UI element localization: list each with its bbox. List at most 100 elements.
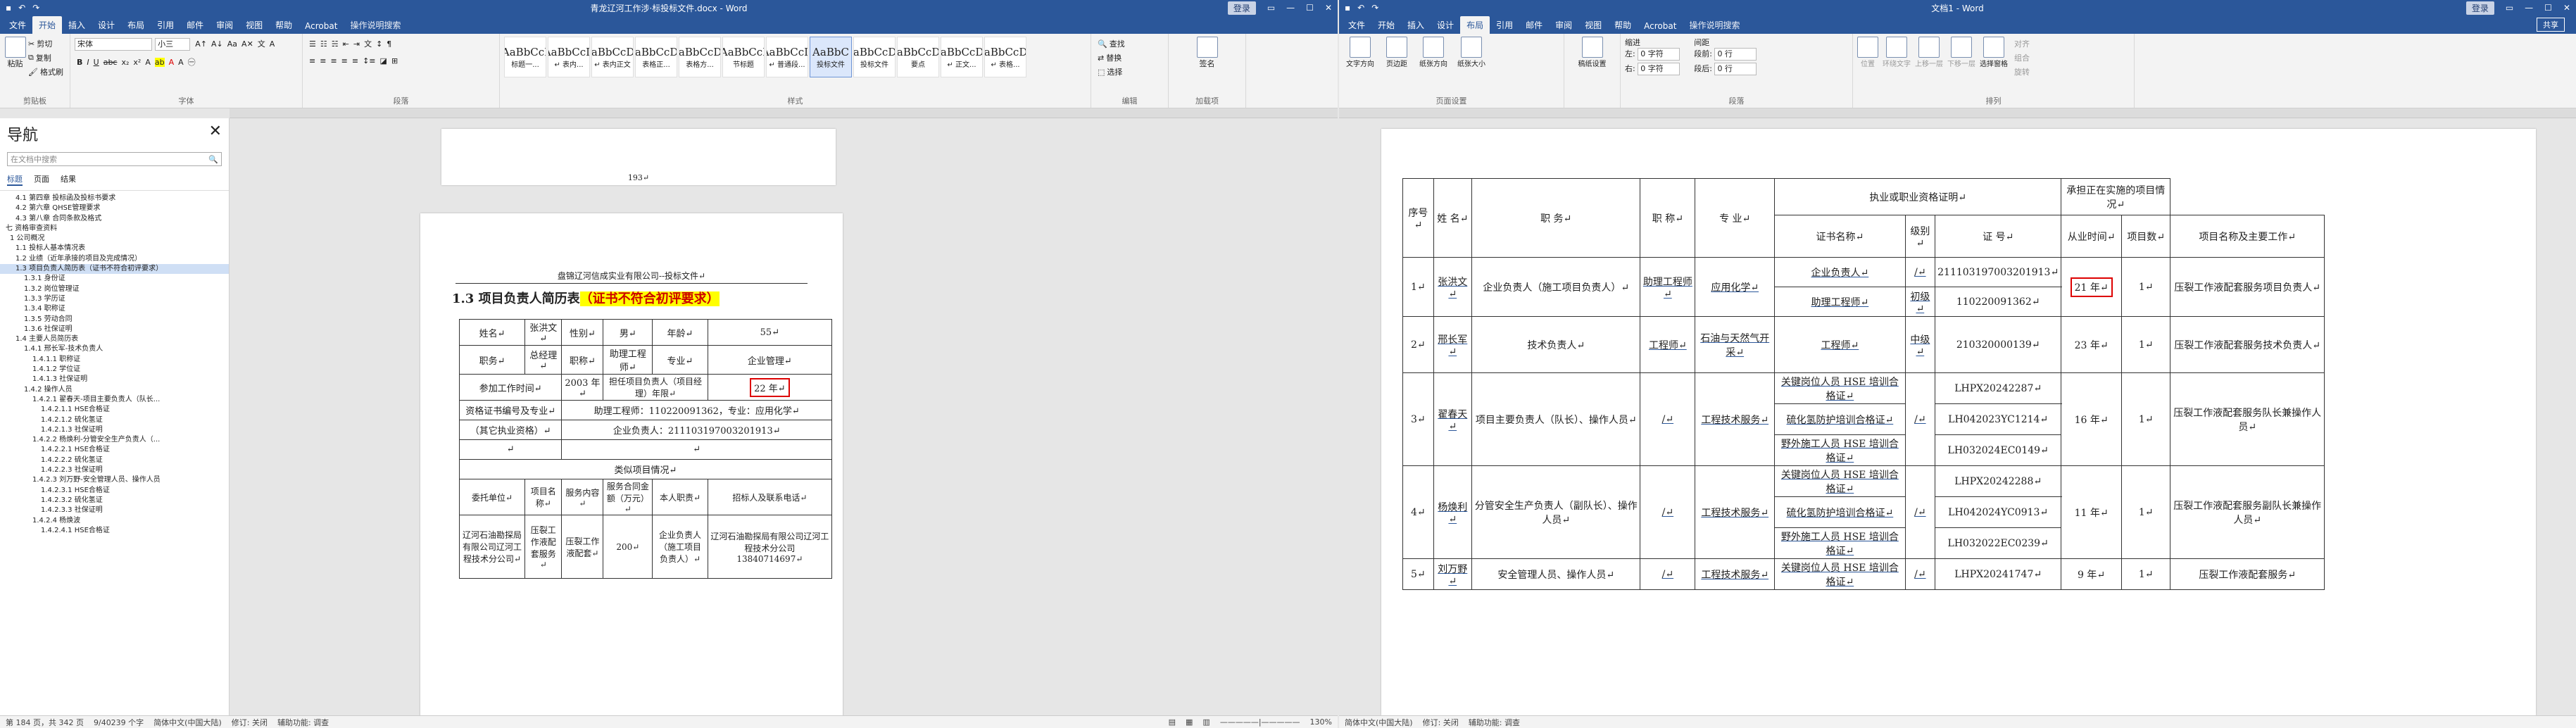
status-page[interactable]: 第 184 页，共 342 页 bbox=[6, 717, 84, 728]
align-right-icon[interactable]: ≡ bbox=[330, 56, 337, 65]
style-item[interactable]: AaBbCcI 标题一... bbox=[504, 37, 546, 77]
nav-heading-item[interactable]: 1.4.2.3.2 硫化氢证 bbox=[0, 496, 229, 506]
subscript-icon[interactable]: x₂ bbox=[121, 58, 129, 67]
style-item[interactable]: AaBbCcD ↵ 普通段... bbox=[766, 37, 808, 77]
read-mode-icon[interactable]: ▤ bbox=[1169, 717, 1176, 727]
char-shading-icon[interactable]: A bbox=[178, 58, 184, 67]
nav-heading-item[interactable]: 1.1 投标人基本情况表 bbox=[0, 244, 229, 253]
strike-icon[interactable]: abc bbox=[103, 58, 118, 67]
nav-heading-item[interactable]: 1.3.2 岗位管理证 bbox=[0, 284, 229, 294]
tab-home[interactable]: 开始 bbox=[32, 16, 63, 34]
replace-button[interactable]: ⇄ 替换 bbox=[1098, 52, 1121, 63]
tab-design[interactable]: 设计 bbox=[92, 16, 121, 34]
numbering-icon[interactable]: ☷ bbox=[320, 39, 327, 49]
print-layout-icon[interactable]: ▦ bbox=[1186, 717, 1193, 727]
tab-references[interactable]: 引用 bbox=[1490, 16, 1519, 34]
tab-layout[interactable]: 布局 bbox=[121, 16, 151, 34]
bring-forward-button[interactable]: 上移一层 bbox=[1915, 37, 1943, 79]
nav-heading-item[interactable]: 1.3.5 劳动合同 bbox=[0, 315, 229, 325]
group-button[interactable]: 组合 bbox=[2014, 52, 2030, 63]
align-button[interactable]: 对齐 bbox=[2014, 38, 2030, 49]
style-item[interactable]: AaBbCcI 节标题 bbox=[722, 37, 765, 77]
tab-review[interactable]: 审阅 bbox=[1549, 16, 1578, 34]
style-item[interactable]: AaBbCcDd ↵ 正文... bbox=[941, 37, 983, 77]
status-track[interactable]: 修订: 关闭 bbox=[1423, 717, 1459, 728]
enclose-char-icon[interactable]: ㊀ bbox=[188, 56, 196, 68]
style-item[interactable]: AaBbCcDd ↵ 表格... bbox=[984, 37, 1026, 77]
tab-view[interactable]: 视图 bbox=[1578, 16, 1608, 34]
increase-indent-icon[interactable]: ⇥ bbox=[353, 39, 360, 49]
zoom-level[interactable]: 130% bbox=[1310, 717, 1332, 727]
font-size-combo[interactable]: 小三 bbox=[155, 37, 191, 51]
spacing-after-input[interactable]: 0 行 bbox=[1714, 63, 1757, 75]
tell-me-search[interactable]: 操作说明搜索 bbox=[1683, 16, 1746, 34]
redo-icon[interactable]: ↷ bbox=[1371, 3, 1378, 13]
bullets-icon[interactable]: ☰ bbox=[309, 39, 316, 49]
nav-heading-item[interactable]: 1.4.2.3 刘万野-安全管理人员、操作人员 bbox=[0, 475, 229, 485]
right-vertical-scrollbar[interactable] bbox=[2568, 129, 2576, 715]
align-center-icon[interactable]: ≡ bbox=[320, 56, 326, 65]
maximize-icon[interactable]: ☐ bbox=[2544, 3, 2552, 13]
justify-icon[interactable]: ≡ bbox=[341, 56, 348, 65]
close-icon[interactable]: ✕ bbox=[2563, 3, 2570, 13]
clear-format-icon[interactable]: A✕ bbox=[241, 39, 253, 49]
nav-tab-headings[interactable]: 标题 bbox=[7, 173, 23, 186]
nav-heading-item[interactable]: 1.2 业绩（近年承接的项目及完成情况） bbox=[0, 254, 229, 264]
text-effect-icon[interactable]: A bbox=[145, 58, 151, 67]
cut-button[interactable]: ✂ 剪切 bbox=[28, 38, 52, 49]
line-spacing-icon[interactable]: ↕≡ bbox=[363, 56, 375, 65]
margins-button[interactable]: 页边距 bbox=[1381, 37, 1412, 68]
highlight-icon[interactable]: ab bbox=[154, 58, 165, 67]
spacing-before-input[interactable]: 0 行 bbox=[1714, 48, 1757, 61]
undo-icon[interactable]: ↶ bbox=[18, 3, 25, 13]
nav-heading-item[interactable]: 1.4.1.3 社保证明 bbox=[0, 375, 229, 384]
nav-heading-item[interactable]: 1.3 项目负责人简历表（证书不符合初评要求） bbox=[0, 264, 229, 275]
superscript-icon[interactable]: x² bbox=[133, 58, 141, 67]
nav-close-icon[interactable]: ✕ bbox=[209, 123, 222, 145]
nav-heading-item[interactable]: 1.4.2.2.2 硫化氢证 bbox=[0, 456, 229, 465]
tab-references[interactable]: 引用 bbox=[151, 16, 180, 34]
tab-review[interactable]: 审阅 bbox=[210, 16, 239, 34]
save-icon[interactable]: ▪ bbox=[6, 3, 11, 13]
status-language[interactable]: 简体中文(中国大陆) bbox=[1345, 717, 1413, 728]
nav-heading-item[interactable]: 1.4.1 邢长军-技术负责人 bbox=[0, 344, 229, 354]
undo-icon[interactable]: ↶ bbox=[1357, 3, 1364, 13]
nav-heading-item[interactable]: 1.4.2.1.2 硫化氢证 bbox=[0, 415, 229, 425]
sort-icon[interactable]: ↕ bbox=[376, 39, 382, 49]
nav-heading-item[interactable]: 1.3.6 社保证明 bbox=[0, 325, 229, 334]
tab-home[interactable]: 开始 bbox=[1371, 16, 1401, 34]
copy-button[interactable]: ⧉ 复制 bbox=[28, 52, 51, 63]
tab-layout[interactable]: 布局 bbox=[1460, 16, 1490, 34]
style-item[interactable]: AaBbC 投标文件 bbox=[810, 37, 852, 77]
minimize-icon[interactable]: — bbox=[1286, 3, 1295, 13]
bold-icon[interactable]: B bbox=[77, 58, 82, 67]
phonetic-icon[interactable]: 文 bbox=[258, 38, 265, 49]
tab-file[interactable]: 文件 bbox=[3, 16, 32, 34]
login-button[interactable]: 登录 bbox=[2465, 1, 2494, 15]
style-item[interactable]: AaBbCcD ↵ 表内... bbox=[548, 37, 590, 77]
selection-pane-button[interactable]: 选择窗格 bbox=[1980, 37, 2008, 79]
borders-icon[interactable]: ⊞ bbox=[391, 56, 398, 65]
status-language[interactable]: 简体中文(中国大陆) bbox=[153, 717, 222, 728]
web-layout-icon[interactable]: ▥ bbox=[1202, 717, 1210, 727]
multilevel-icon[interactable]: ☵ bbox=[332, 39, 339, 49]
format-painter-button[interactable]: 🖌 格式刷 bbox=[28, 66, 63, 77]
tell-me-search[interactable]: 操作说明搜索 bbox=[344, 16, 407, 34]
tab-help[interactable]: 帮助 bbox=[269, 16, 299, 34]
grow-font-icon[interactable]: A↑ bbox=[195, 39, 207, 49]
tab-mailings[interactable]: 邮件 bbox=[180, 16, 210, 34]
nav-heading-item[interactable]: 1.4 主要人员简历表 bbox=[0, 334, 229, 344]
status-words[interactable]: 9/40239 个字 bbox=[94, 717, 144, 728]
status-track[interactable]: 修订: 关闭 bbox=[232, 717, 268, 728]
show-marks-icon[interactable]: ¶ bbox=[387, 39, 391, 49]
tab-design[interactable]: 设计 bbox=[1431, 16, 1460, 34]
left-vertical-scrollbar[interactable] bbox=[1329, 129, 1338, 715]
redo-icon[interactable]: ↷ bbox=[32, 3, 39, 13]
tab-insert[interactable]: 插入 bbox=[62, 16, 92, 34]
tab-acrobat[interactable]: Acrobat bbox=[1638, 18, 1683, 34]
nav-heading-item[interactable]: 1.4.2.2.1 HSE合格证 bbox=[0, 445, 229, 455]
tab-acrobat[interactable]: Acrobat bbox=[299, 18, 344, 34]
paste-button[interactable]: 粘贴 bbox=[4, 37, 26, 79]
nav-heading-item[interactable]: 4.1 第四章 投标函及投标书要求 bbox=[0, 194, 229, 203]
signing-button[interactable]: 签名 bbox=[1173, 37, 1241, 69]
